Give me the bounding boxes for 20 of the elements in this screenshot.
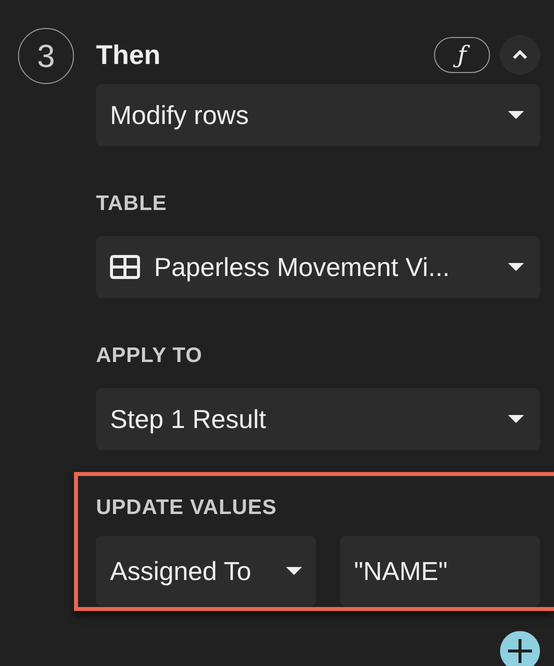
caret-icon bbox=[286, 567, 302, 575]
apply-to-dropdown[interactable]: Step 1 Result bbox=[96, 388, 540, 450]
value-field[interactable]: "NAME" bbox=[340, 536, 540, 606]
action-dropdown[interactable]: Modify rows bbox=[96, 84, 540, 146]
caret-icon bbox=[508, 415, 524, 423]
collapse-button[interactable] bbox=[500, 35, 540, 75]
table-icon bbox=[110, 255, 140, 279]
step-number: 3 bbox=[18, 28, 74, 84]
table-dropdown[interactable]: Paperless Movement Vi... bbox=[96, 236, 540, 298]
column-dropdown[interactable]: Assigned To bbox=[96, 536, 316, 606]
field-label: TABLE bbox=[96, 192, 168, 216]
step-title: Then bbox=[96, 40, 162, 70]
section-label: UPDATE VALUES bbox=[96, 496, 278, 520]
field-label: APPLY TO bbox=[96, 344, 204, 368]
chevron-up-icon bbox=[512, 50, 528, 60]
add-button[interactable] bbox=[500, 631, 540, 666]
formula-button[interactable]: ƒ bbox=[434, 37, 490, 73]
plus-icon bbox=[507, 638, 533, 664]
caret-icon bbox=[508, 111, 524, 119]
caret-icon bbox=[508, 263, 524, 271]
